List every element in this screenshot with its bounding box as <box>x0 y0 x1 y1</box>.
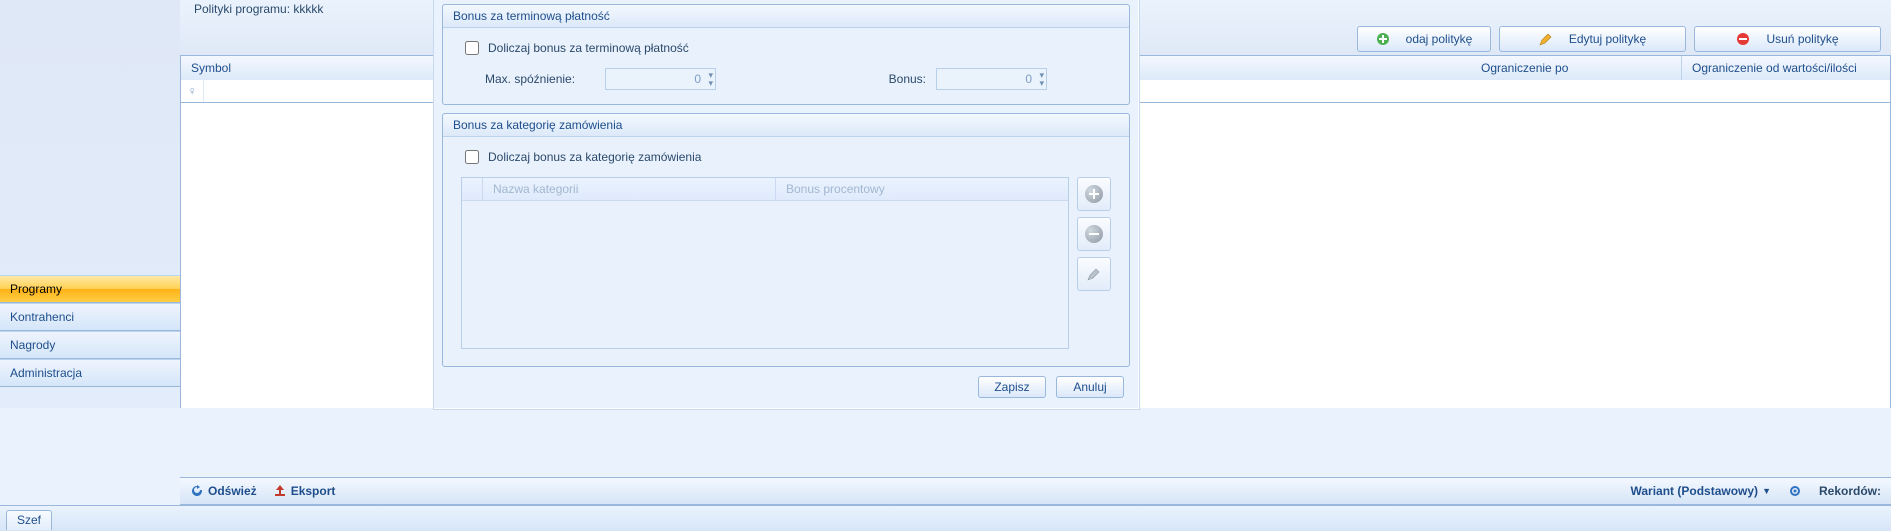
panel-title: Bonus za kategorię zamówienia <box>443 114 1129 137</box>
remove-category-button[interactable] <box>1077 217 1111 251</box>
add-policy-button[interactable]: odaj politykę <box>1357 26 1491 52</box>
checkbox-input[interactable] <box>465 150 479 164</box>
spinner-max-spoznienie[interactable]: 0 ▾▾ <box>605 68 716 90</box>
grid-toolbar: Odśwież Eksport Wariant (Podstawowy) ▼ R… <box>180 477 1891 505</box>
checkbox-bonus-kategoria[interactable]: Doliczaj bonus za kategorię zamówienia <box>461 147 1111 167</box>
edit-policy-button[interactable]: Edytuj politykę <box>1499 26 1686 52</box>
export-button[interactable]: Eksport <box>273 484 336 498</box>
col-limit-from[interactable]: Ograniczenie od wartości/ilości <box>1682 56 1890 80</box>
status-bar: Szef <box>0 505 1891 531</box>
filter-icon[interactable]: ♀ <box>181 80 204 102</box>
panel-title: Bonus za terminową płatność <box>443 5 1129 28</box>
plus-green-icon <box>1376 32 1392 46</box>
pencil-icon <box>1086 266 1102 282</box>
checkbox-bonus-terminowa[interactable]: Doliczaj bonus za terminową płatność <box>461 38 1111 58</box>
chevron-down-icon: ▾▾ <box>1039 71 1044 87</box>
sidebar-item-nagrody[interactable]: Nagrody <box>0 331 180 359</box>
sidebar-item-kontrahenci[interactable]: Kontrahenci <box>0 303 180 331</box>
page-title: Polityki programu: kkkkk <box>194 2 323 16</box>
minus-red-icon <box>1736 32 1752 46</box>
export-icon <box>273 484 287 498</box>
sidebar-item-administracja[interactable]: Administracja <box>0 359 180 387</box>
col-row-selector <box>462 178 483 200</box>
plus-icon <box>1085 185 1103 203</box>
save-button[interactable]: Zapisz <box>978 376 1046 398</box>
refresh-icon <box>190 484 204 498</box>
variant-dropdown[interactable]: Wariant (Podstawowy) ▼ <box>1630 484 1771 498</box>
label-bonus: Bonus: <box>856 72 926 86</box>
label-max-spoznienie: Max. spóźnienie: <box>485 72 595 86</box>
panel-terminowa-platnosc: Bonus za terminową płatność Doliczaj bon… <box>442 4 1130 105</box>
chevron-down-icon: ▾▾ <box>708 71 713 87</box>
delete-policy-button[interactable]: Usuń politykę <box>1694 26 1881 52</box>
add-category-button[interactable] <box>1077 177 1111 211</box>
sidebar-item-programy[interactable]: Programy <box>0 275 180 303</box>
col-nazwa-kategorii[interactable]: Nazwa kategorii <box>483 178 776 200</box>
col-symbol[interactable]: Symbol <box>181 56 454 80</box>
edit-category-button[interactable] <box>1077 257 1111 291</box>
records-label: Rekordów: <box>1819 484 1881 498</box>
category-grid[interactable]: Nazwa kategorii Bonus procentowy <box>461 177 1069 349</box>
gear-icon[interactable] <box>1787 483 1803 499</box>
cancel-button[interactable]: Anuluj <box>1056 376 1124 398</box>
col-bonus-procentowy[interactable]: Bonus procentowy <box>776 178 1068 200</box>
pencil-icon <box>1539 32 1555 46</box>
spinner-bonus[interactable]: 0 ▾▾ <box>936 68 1047 90</box>
filter-symbol-input[interactable] <box>204 80 457 102</box>
minus-icon <box>1085 225 1103 243</box>
col-limit-by[interactable]: Ograniczenie po <box>1471 56 1682 80</box>
status-tab-szef[interactable]: Szef <box>6 510 52 530</box>
policy-dialog: Bonus za terminową płatność Doliczaj bon… <box>434 0 1139 409</box>
panel-kategoria-zamowienia: Bonus za kategorię zamówienia Doliczaj b… <box>442 113 1130 367</box>
checkbox-input[interactable] <box>465 41 479 55</box>
nav-sidebar: Programy Kontrahenci Nagrody Administrac… <box>0 0 181 408</box>
refresh-button[interactable]: Odśwież <box>190 484 257 498</box>
chevron-down-icon: ▼ <box>1762 486 1771 496</box>
